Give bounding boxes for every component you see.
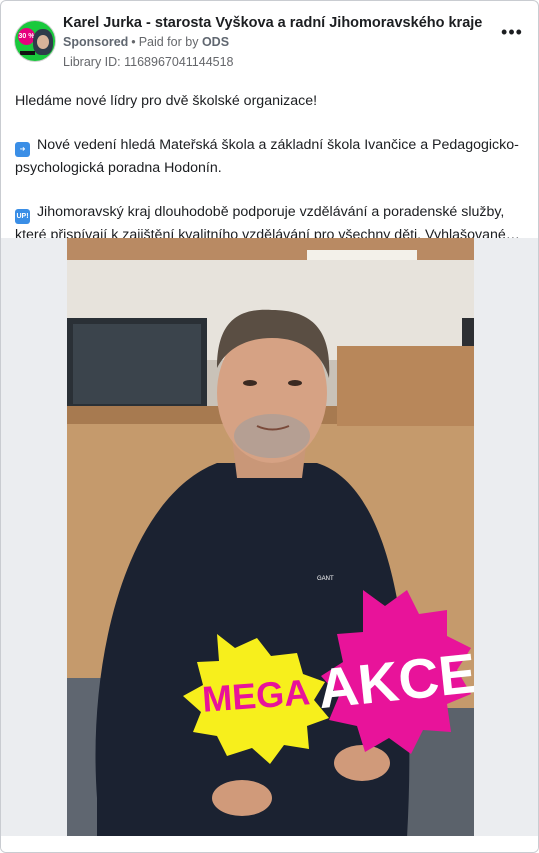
body-paragraph-2-text: Nové vedení hledá Mateřská škola a zákla… <box>15 137 519 176</box>
shirt-logo: GANT <box>317 576 334 582</box>
card-footer <box>1 836 538 852</box>
sticker-mega-text: MEGA <box>201 671 312 719</box>
page-name-link[interactable]: Karel Jurka - starosta Vyškova a radní J… <box>63 15 482 31</box>
up-emoji-icon: UP! <box>15 209 30 224</box>
library-id: Library ID: 1168967041144518 <box>63 55 234 69</box>
sponsor-line: Sponsored • Paid for by ODS <box>63 35 229 49</box>
paid-for-label: Paid for by <box>138 35 199 49</box>
avatar-tag <box>20 51 35 55</box>
body-intro: Hledáme nové lídry pro dvě školské organ… <box>15 93 318 109</box>
body-paragraph-2: ➜ Nové vedení hledá Mateřská škola a zák… <box>15 134 525 179</box>
avatar-face <box>33 29 53 55</box>
payer-name[interactable]: ODS <box>202 35 229 49</box>
separator-dot: • <box>131 35 136 49</box>
ad-media[interactable]: GANT MEGA AKCE <box>1 238 538 836</box>
ad-photo-illustration: GANT MEGA AKCE <box>67 238 474 836</box>
post-body: Hledáme nové lídry pro dvě školské organ… <box>15 90 525 246</box>
more-horizontal-icon[interactable]: ••• <box>500 23 524 43</box>
sponsored-label: Sponsored <box>63 35 129 49</box>
post-header: 30 % Karel Jurka - starosta Vyškova a ra… <box>13 13 526 75</box>
ad-photo[interactable]: GANT MEGA AKCE <box>67 238 474 836</box>
profile-avatar-icon[interactable]: 30 % <box>14 20 56 62</box>
arrow-right-emoji-icon: ➜ <box>15 142 30 157</box>
ad-post-card: 30 % Karel Jurka - starosta Vyškova a ra… <box>0 0 539 853</box>
